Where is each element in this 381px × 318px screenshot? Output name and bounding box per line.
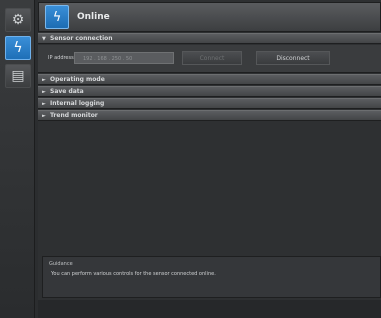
section-sensor-connection[interactable]: ▼ Sensor connection [38,33,381,44]
section-internal-logging[interactable]: ► Internal logging [38,98,381,109]
section-label: Save data [50,88,84,95]
ip-address-input[interactable]: 192 . 168 . 250 . 50 [74,52,174,64]
gear-icon[interactable]: ⚙ [5,8,31,32]
section-label: Trend monitor [50,112,98,119]
app-window: ⚙ ϟ ▤ ϟ Online ▼ Sensor connection IP add… [0,0,381,318]
collapsed-icon: ► [42,101,46,107]
collapsed-icon: ► [42,77,46,83]
collapsed-icon: ► [42,89,46,95]
main-panel: ϟ Online ▼ Sensor connection IP address 1… [38,0,381,318]
disconnect-button[interactable]: Disconnect [256,51,330,65]
online-header-icon: ϟ [45,5,69,29]
ip-address-label: IP address [48,55,74,61]
online-icon[interactable]: ϟ [5,36,31,60]
page-title: Online [77,12,110,22]
left-toolbar: ⚙ ϟ ▤ [0,0,35,318]
section-operating-mode[interactable]: ► Operating mode [38,74,381,85]
section-list: ▼ Sensor connection IP address 192 . 168 … [38,33,381,122]
section-label: Sensor connection [50,35,113,42]
collapsed-icon: ► [42,113,46,119]
expanded-icon: ▼ [42,36,46,42]
sensor-icon[interactable]: ▤ [5,64,31,88]
guidance-panel: Guidance You can perform various control… [42,256,381,298]
sensor-connection-body: IP address 192 . 168 . 250 . 50 Connect … [38,45,381,73]
section-save-data[interactable]: ► Save data [38,86,381,97]
guidance-title: Guidance [49,261,73,267]
connect-button[interactable]: Connect [182,51,242,65]
section-trend-monitor[interactable]: ► Trend monitor [38,110,381,121]
page-header: ϟ Online [38,2,381,32]
guidance-text: You can perform various controls for the… [51,271,216,277]
section-label: Operating mode [50,76,105,83]
bottom-strip [38,300,381,318]
section-label: Internal logging [50,100,105,107]
